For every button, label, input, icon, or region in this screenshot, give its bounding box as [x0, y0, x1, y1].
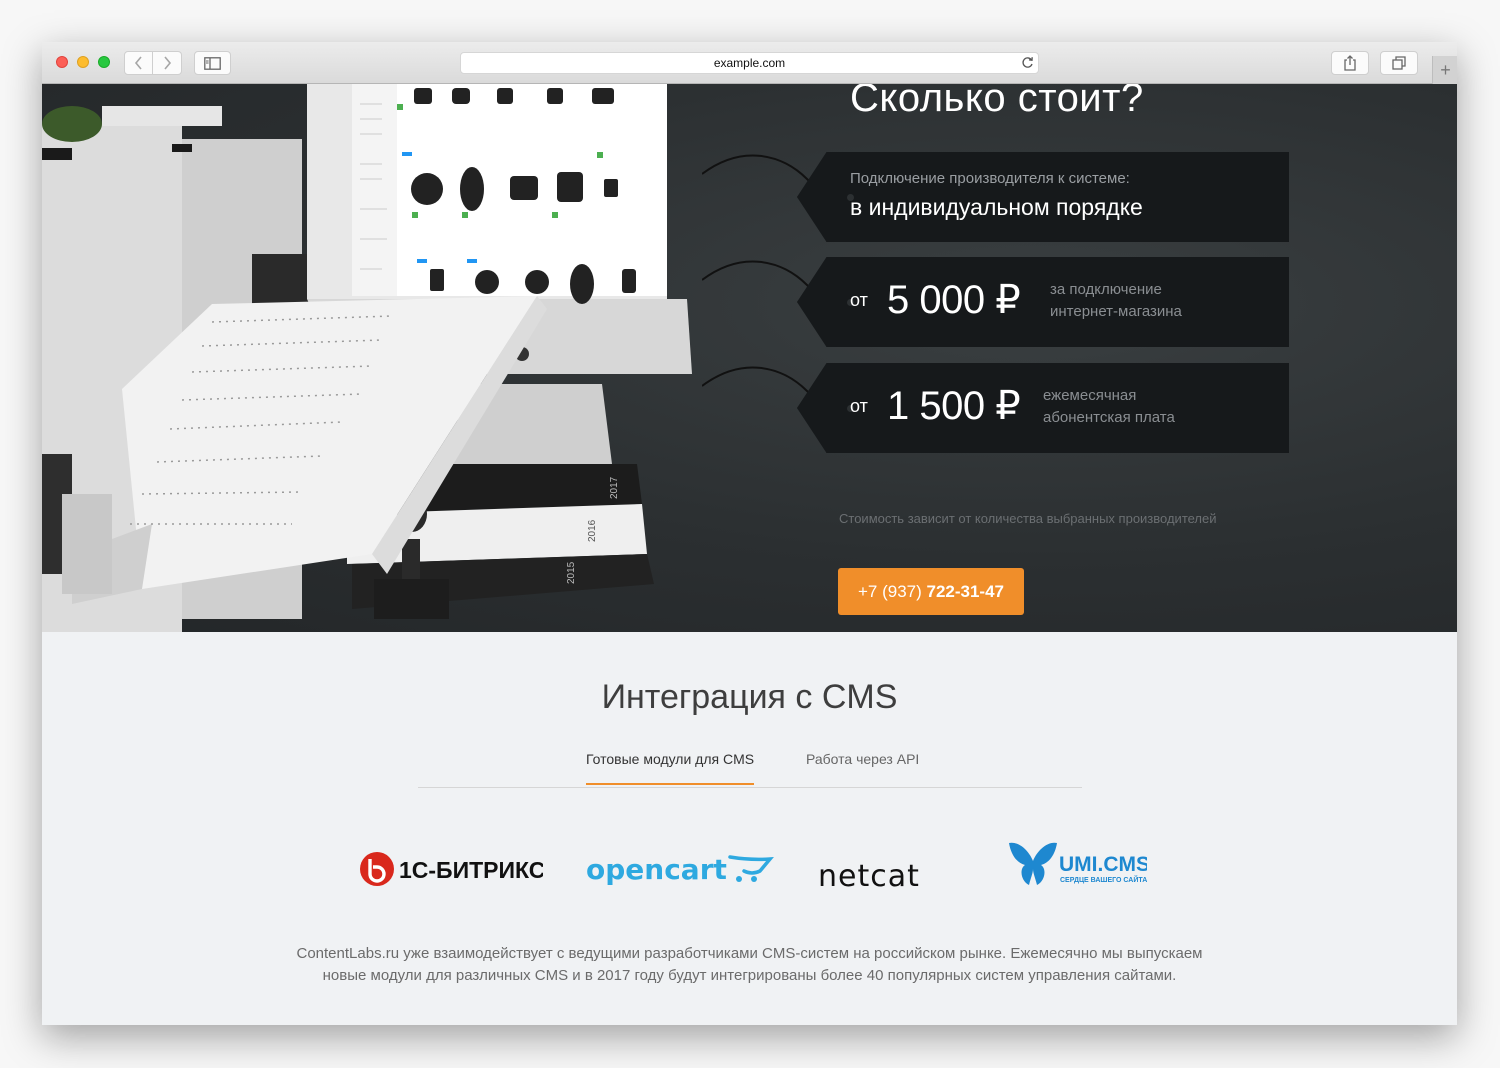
pricing-section: 2017 2016 2015 Сколько стоит? Подключени… [42, 84, 1457, 632]
bitrix-logo-text: 1С-БИТРИКС [399, 857, 543, 883]
price-description: за подключение интернет-магазина [1050, 279, 1250, 323]
tag-caption: Подключение производителя к системе: [850, 170, 1130, 187]
opencart-logo[interactable]: opencart [584, 847, 774, 896]
price-tag-connection: от 5 000 ₽ за подключение интернет-магаз… [797, 257, 1289, 347]
book-spine-2015: 2015 [566, 561, 577, 584]
bitrix-logo[interactable]: 1С-БИТРИКС [358, 848, 545, 895]
sidebar-icon [204, 56, 221, 70]
plus-icon: + [1440, 59, 1451, 80]
sidebar-toggle-button[interactable] [194, 51, 231, 75]
price-amount: 1 500 ₽ [887, 384, 1021, 428]
price-description-line: за подключение [1050, 281, 1162, 298]
reload-icon[interactable] [1021, 56, 1034, 69]
forward-button[interactable] [153, 51, 182, 75]
close-window-button[interactable] [56, 56, 68, 68]
umi-logo-subtext: СЕРДЦЕ ВАШЕГО САЙТА [1060, 875, 1147, 884]
tabs-icon [1392, 56, 1406, 70]
book-spine-2017: 2017 [609, 476, 620, 499]
netcat-logo-text: netcat [818, 859, 920, 893]
price-amount: 5 000 ₽ [887, 278, 1021, 322]
share-button[interactable] [1331, 51, 1369, 75]
new-tab-button[interactable]: + [1432, 56, 1457, 84]
minimize-window-button[interactable] [77, 56, 89, 68]
url-text: example.com [713, 56, 786, 70]
phone-call-button[interactable]: +7 (937) 722-31-47 [838, 568, 1024, 615]
cms-section-title: Интеграция с CMS [601, 678, 898, 716]
chevron-left-icon [134, 56, 142, 70]
browser-toolbar: example.com + [42, 42, 1457, 84]
price-description-line: ежемесячная [1043, 387, 1137, 404]
back-button[interactable] [124, 51, 153, 75]
share-icon [1344, 55, 1356, 71]
cms-tabs: Готовые модули для CMS Работа через API [418, 745, 1082, 788]
cms-description: ContentLabs.ru уже взаимодействует с вед… [296, 945, 1203, 984]
phone-prefix: +7 (937) [857, 582, 922, 601]
tab-api[interactable]: Работа через API [806, 751, 919, 784]
address-bar[interactable]: example.com [460, 52, 1039, 74]
price-prefix: от [850, 396, 868, 416]
umi-logo-text: UMI.CMS [1059, 853, 1147, 876]
umi-cms-logo[interactable]: UMI.CMS СЕРДЦЕ ВАШЕГО САЙТА [1007, 839, 1150, 896]
tab-overview-button[interactable] [1380, 51, 1418, 75]
pricing-title: Сколько стоит? [850, 84, 1144, 120]
opencart-logo-text: opencart [586, 853, 727, 886]
price-tag-individual: Подключение производителя к системе: в и… [797, 152, 1289, 242]
chevron-right-icon [164, 56, 172, 70]
book-spine-2016: 2016 [587, 519, 598, 542]
price-description-line: интернет-магазина [1050, 303, 1182, 320]
price-tag-monthly: от 1 500 ₽ ежемесячная абонентская плата [797, 363, 1289, 453]
price-description-line: абонентская плата [1043, 409, 1175, 426]
browser-window: example.com + 2017 2016 2015 Сколько сто… [42, 42, 1457, 1025]
netcat-logo[interactable]: netcat [818, 857, 968, 898]
tab-cms-modules[interactable]: Готовые модули для CMS [586, 751, 755, 785]
workspace-illustration: 2017 2016 2015 [42, 84, 692, 632]
phone-number: 722-31-47 [926, 582, 1005, 601]
pricing-note: Стоимость зависит от количества выбранны… [839, 511, 1217, 526]
tag-value: в индивидуальном порядке [850, 194, 1143, 220]
price-description: ежемесячная абонентская плата [1043, 385, 1243, 429]
zoom-window-button[interactable] [98, 56, 110, 68]
price-prefix: от [850, 290, 868, 310]
